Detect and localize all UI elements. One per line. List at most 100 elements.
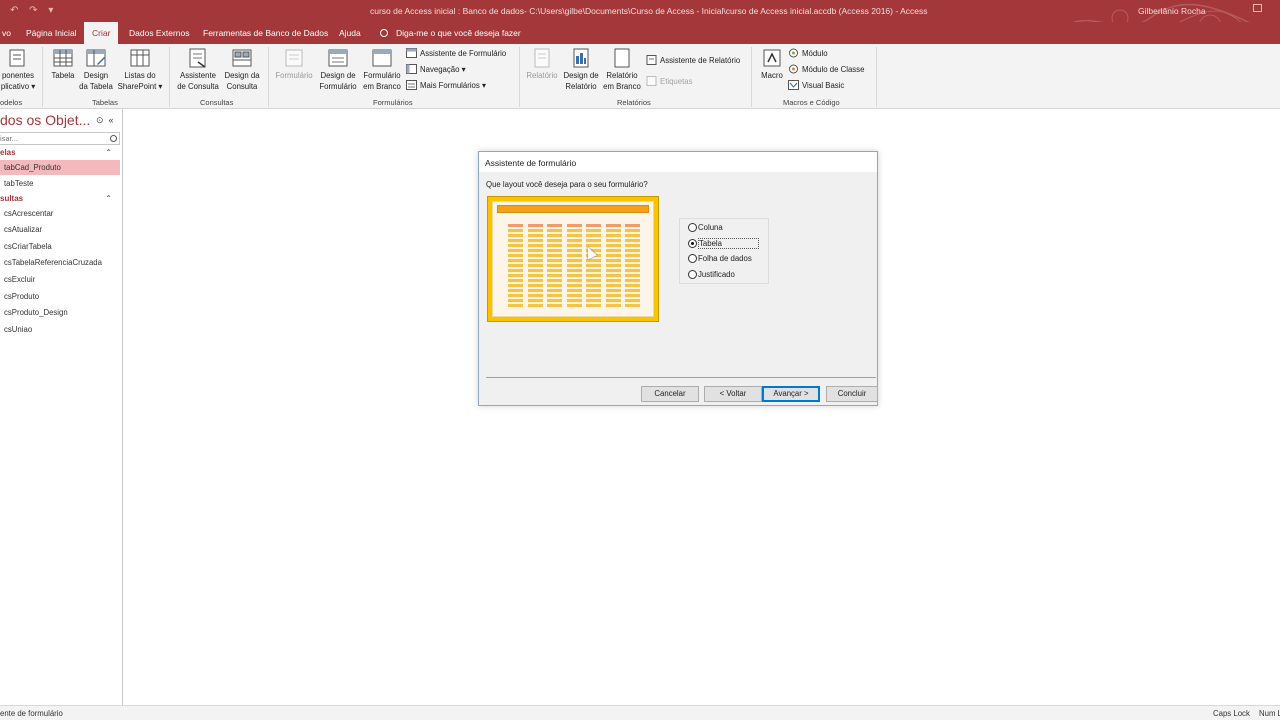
option-coluna[interactable]: Coluna [688, 223, 723, 232]
navegacao-button[interactable]: Navegação ▾ [406, 64, 466, 74]
option-folha-dados[interactable]: Folha de dados [688, 254, 752, 263]
design-formulario-line1: Design de [320, 71, 356, 80]
preview-cell [527, 224, 543, 228]
class-module-icon [789, 64, 798, 74]
back-button[interactable]: < Voltar [704, 386, 762, 402]
collapse-pane-icon[interactable]: « [109, 115, 119, 125]
modulo-classe-button[interactable]: Módulo de Classe [788, 64, 864, 74]
nav-item-csuniao[interactable]: csUniao [0, 322, 120, 337]
assistente-relatorio-button[interactable]: Assistente de Relatório [646, 55, 740, 65]
nav-group-label: elas [0, 148, 16, 157]
radio-tabela[interactable] [688, 239, 697, 248]
option-tabela-label: Tabela [698, 238, 759, 249]
design-relatorio-button[interactable]: Design de Relatório [561, 48, 601, 92]
nav-dropdown-icon[interactable]: ⊙ [96, 115, 109, 125]
design-tabela-line1: Design [83, 71, 109, 80]
visual-basic-button[interactable]: Visual Basic [788, 80, 844, 90]
preview-header-bar [497, 205, 649, 213]
radio-coluna[interactable] [688, 223, 697, 232]
preview-cell [566, 294, 582, 298]
formulario-button[interactable]: Formulário [273, 48, 315, 82]
mais-formularios-button[interactable]: Mais Formulários ▾ [406, 80, 486, 90]
search-icon[interactable] [110, 135, 117, 142]
preview-column [605, 224, 621, 312]
option-justificado[interactable]: Justificado [688, 270, 735, 279]
preview-cell [605, 254, 621, 258]
tab-ferramentas[interactable]: Ferramentas de Banco de Dados [201, 22, 330, 44]
preview-cell [566, 249, 582, 253]
nav-item-cscriartabela[interactable]: csCriarTabela [0, 239, 120, 254]
preview-cell [586, 299, 601, 303]
tell-me-box[interactable]: Diga-me o que você deseja fazer [380, 22, 521, 44]
tab-pagina-inicial[interactable]: Página Inicial [24, 22, 79, 44]
next-button[interactable]: Avançar > [762, 386, 820, 402]
finish-button[interactable]: Concluir [826, 386, 878, 402]
preview-cell [527, 264, 543, 268]
navegacao-label: Navegação [420, 64, 460, 74]
listas-sharepoint-button[interactable]: Listas do SharePoint ▾ [116, 48, 164, 92]
preview-cell [586, 234, 601, 238]
preview-cell [508, 249, 523, 253]
partes-aplicativo-button[interactable]: ponentes plicativo ▾ [0, 48, 36, 92]
preview-cell [605, 264, 621, 268]
preview-cell [547, 234, 562, 238]
nav-search-input[interactable]: isar... [0, 132, 120, 145]
preview-cell [586, 274, 601, 278]
nav-item-tabcad-produto[interactable]: tabCad_Produto [0, 160, 120, 175]
preview-cell [605, 274, 621, 278]
tabela-button[interactable]: Tabela [49, 48, 77, 82]
assistente-formulario-button[interactable]: Assistente de Formulário [406, 48, 506, 58]
design-tabela-button[interactable]: Design da Tabela [79, 48, 113, 92]
dialog-title-bar[interactable]: Assistente de formulário [479, 152, 877, 172]
preview-cell [566, 299, 582, 303]
preview-cell [625, 244, 640, 248]
macro-button[interactable]: Macro [758, 48, 786, 82]
nav-item-csatualizar[interactable]: csAtualizar [0, 222, 120, 237]
nav-item-cstabelareferenciacruzada[interactable]: csTabelaReferenciaCruzada [0, 255, 120, 270]
quick-access-toolbar[interactable]: ↶ ↷ ▾ [10, 5, 57, 16]
nav-item-tabteste[interactable]: tabTeste [0, 176, 120, 191]
etiquetas-button[interactable]: Etiquetas [646, 76, 693, 86]
design-formulario-button[interactable]: Design de Formulário [317, 48, 359, 92]
dialog-divider [486, 377, 876, 378]
report-icon [534, 48, 550, 68]
preview-cell [547, 284, 562, 288]
formulario-branco-line2: em Branco [363, 81, 401, 91]
tab-ajuda[interactable]: Ajuda [337, 22, 363, 44]
radio-folha-dados[interactable] [688, 254, 697, 263]
preview-cell [547, 249, 562, 253]
preview-cell [527, 279, 543, 283]
cancel-button[interactable]: Cancelar [641, 386, 699, 402]
preview-cell [605, 279, 621, 283]
tab-dados-externos[interactable]: Dados Externos [127, 22, 191, 44]
option-tabela[interactable]: Tabela [688, 238, 759, 249]
preview-cell [566, 304, 582, 308]
nav-item-csproduto[interactable]: csProduto [0, 289, 120, 304]
modulo-button[interactable]: Módulo [788, 48, 828, 58]
visual-basic-label: Visual Basic [802, 80, 845, 90]
design-consulta-button[interactable]: Design da Consulta [222, 48, 262, 92]
collapse-group-icon[interactable]: ⌃ [105, 194, 112, 203]
formulario-branco-button[interactable]: Formulário em Branco [360, 48, 404, 92]
preview-cell [508, 239, 523, 243]
nav-item-csproduto-design[interactable]: csProduto_Design [0, 305, 120, 320]
nav-pane-title[interactable]: dos os Objet... [0, 112, 90, 128]
collapse-group-icon[interactable]: ⌃ [105, 148, 112, 157]
radio-justificado[interactable] [688, 270, 697, 279]
tab-arquivo[interactable]: vo [0, 22, 13, 44]
design-formulario-line2: Formulário [319, 81, 357, 91]
nav-item-csexcluir[interactable]: csExcluir [0, 272, 120, 287]
design-consulta-line2: Consulta [226, 81, 258, 91]
preview-cell [625, 224, 640, 228]
preview-cell [566, 284, 582, 288]
tab-criar[interactable]: Criar [84, 22, 119, 44]
preview-cell [566, 239, 582, 243]
preview-cell [605, 299, 621, 303]
relatorio-branco-button[interactable]: Relatório em Branco [601, 48, 643, 92]
preview-cell [508, 259, 523, 263]
nav-item-csacrescentar[interactable]: csAcrescentar [0, 206, 120, 221]
relatorio-button[interactable]: Relatório [524, 48, 560, 82]
assistente-consulta-button[interactable]: Assistente de Consulta [176, 48, 220, 92]
more-forms-icon [406, 80, 417, 90]
preview-cell [566, 289, 582, 293]
